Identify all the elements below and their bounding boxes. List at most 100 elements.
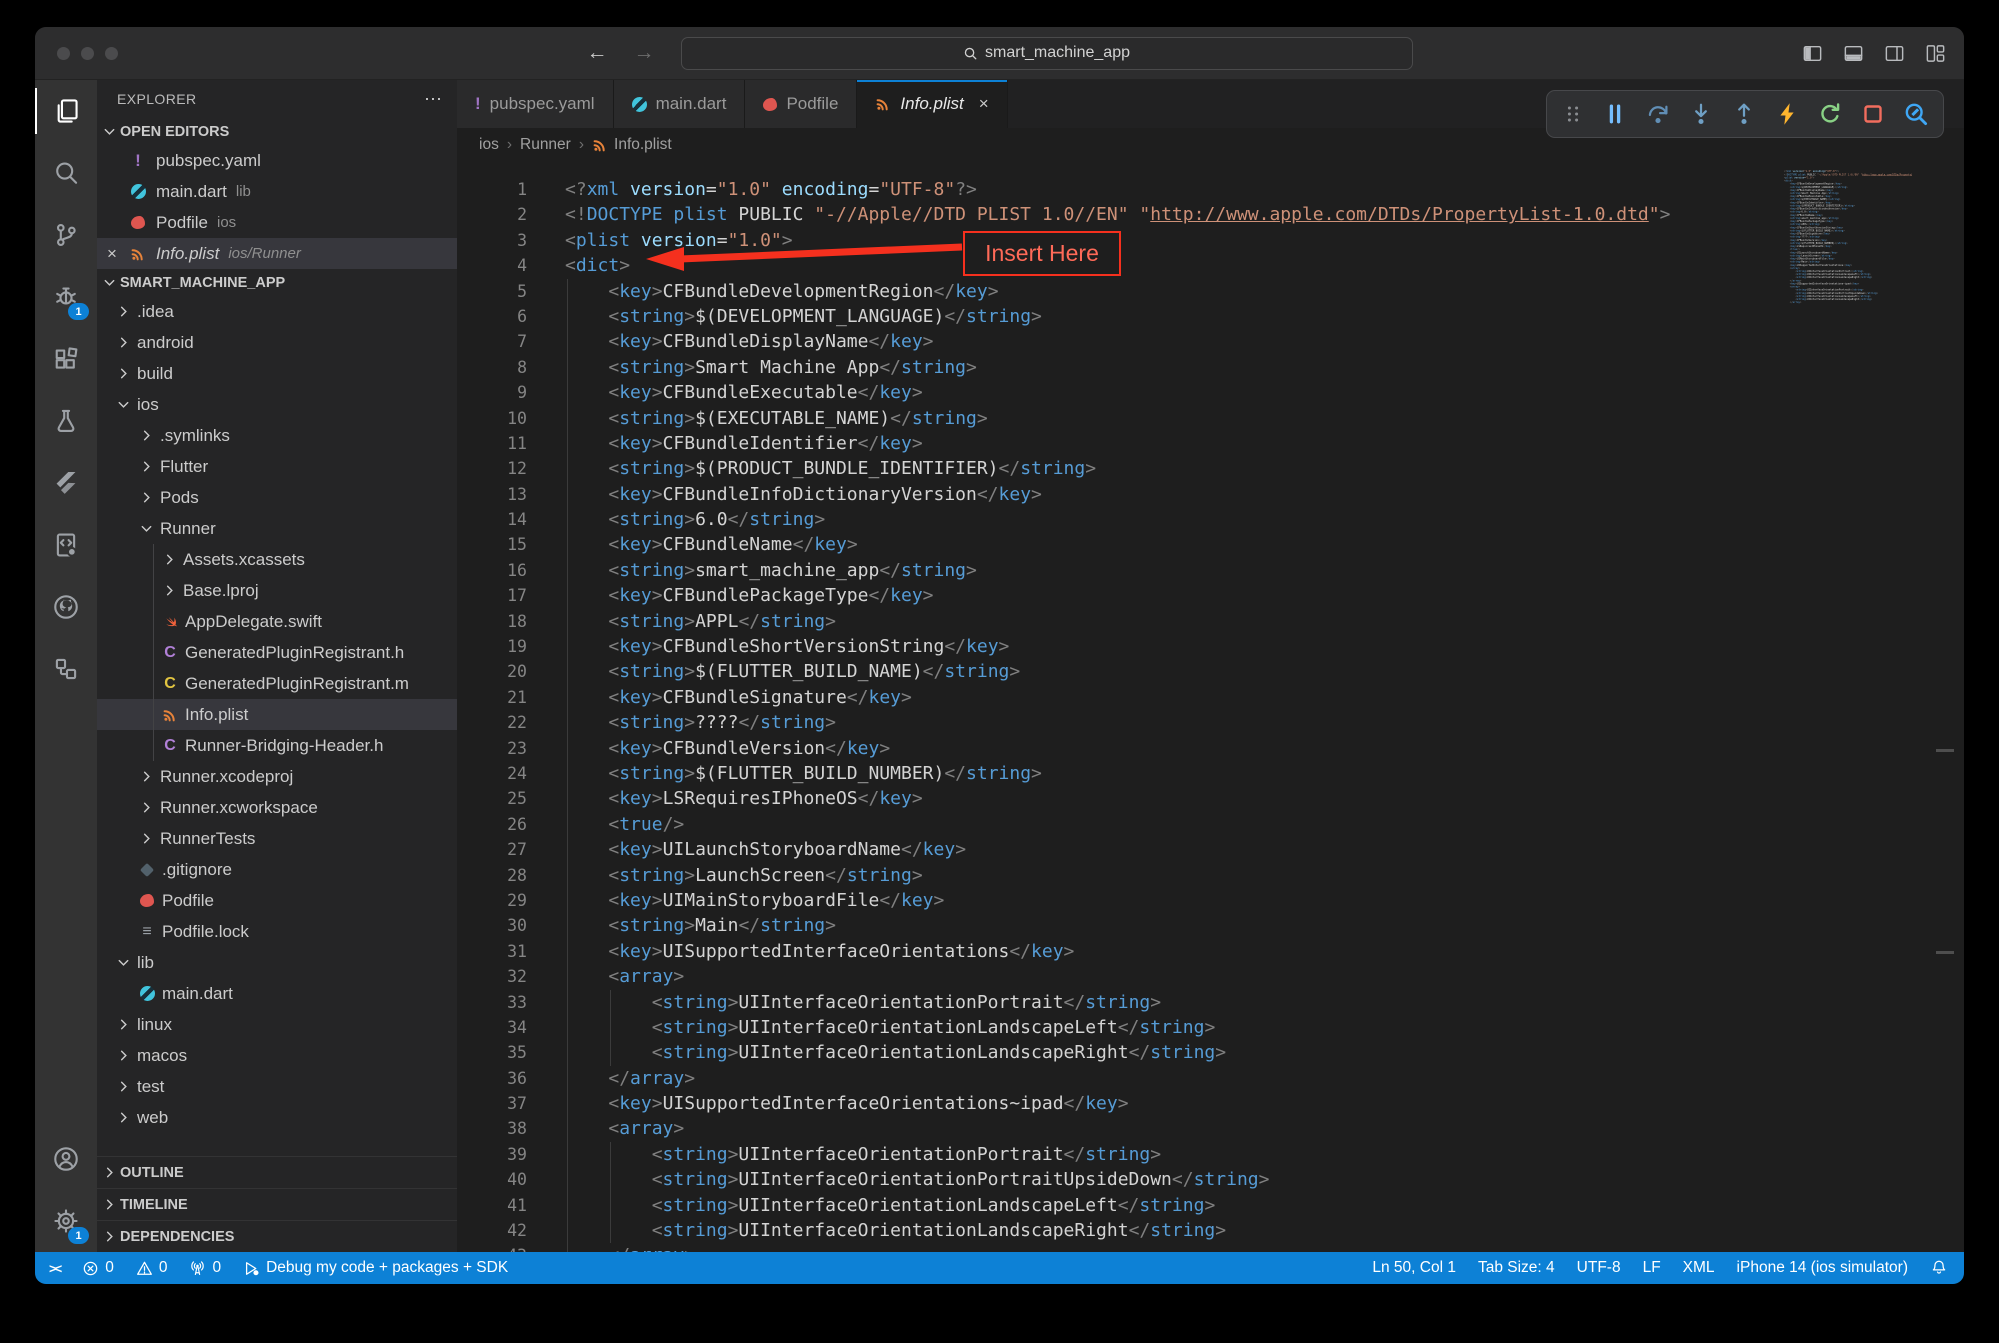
close-window-button[interactable] [57,47,70,60]
project-label: SMART_MACHINE_APP [120,275,285,291]
tree-item-.symlinks[interactable]: .symlinks [97,420,457,451]
step-out-icon[interactable] [1732,102,1756,126]
tree-item-Runner.xcworkspace[interactable]: Runner.xcworkspace [97,792,457,823]
activity-item-source-control[interactable] [35,204,97,266]
close-icon[interactable]: × [97,244,127,264]
status-item-ln-50-col-1[interactable]: Ln 50, Col 1 [1372,1252,1456,1284]
tree-item-GeneratedPluginRegistrant.h[interactable]: CGeneratedPluginRegistrant.h [97,637,457,668]
tree-item-Runner.xcodeproj[interactable]: Runner.xcodeproj [97,761,457,792]
hot-reload-icon[interactable] [1775,102,1799,126]
status-item-debug-my-code-packages-sdk[interactable]: Debug my code + packages + SDK [243,1252,508,1284]
pause-icon[interactable] [1603,102,1627,126]
tree-item-Podfile[interactable]: Podfile [97,885,457,916]
tree-item-Podfile.lock[interactable]: ≡Podfile.lock [97,916,457,947]
tree-item-lib[interactable]: lib [97,947,457,978]
tree-item-.idea[interactable]: .idea [97,296,457,327]
navigate-back-icon[interactable]: ← [587,41,608,65]
tree-item-build[interactable]: build [97,358,457,389]
code-editor[interactable]: 1<?xml version="1.0" encoding="UTF-8"?>2… [457,162,1964,1252]
status-item-utf-8[interactable]: UTF-8 [1577,1252,1621,1284]
tree-item-Info.plist[interactable]: Info.plist [97,699,457,730]
navigate-forward-icon[interactable]: → [634,41,655,65]
line-number: 38 [457,1116,527,1141]
tree-item-label: RunnerTests [160,829,255,849]
toggle-secondary-sidebar-icon[interactable] [1884,43,1905,64]
status-item-0[interactable]: 0 [136,1252,168,1284]
tree-item-Flutter[interactable]: Flutter [97,451,457,482]
activity-item-search[interactable] [35,142,97,204]
tree-item-AppDelegate.swift[interactable]: AppDelegate.swift [97,606,457,637]
step-over-icon[interactable] [1646,102,1670,126]
tree-item-.gitignore[interactable]: .gitignore [97,854,457,885]
more-actions-icon[interactable]: ⋯ [424,89,443,110]
open-editor-Podfile[interactable]: Podfileios [97,207,457,238]
open-editor-main.dart[interactable]: main.dartlib [97,176,457,207]
close-icon[interactable]: × [979,94,989,114]
tree-item-Runner[interactable]: Runner [97,513,457,544]
activity-item-testing[interactable] [35,390,97,452]
status-item-lf[interactable]: LF [1643,1252,1661,1284]
tree-item-RunnerTests[interactable]: RunnerTests [97,823,457,854]
toggle-primary-sidebar-icon[interactable] [1802,43,1823,64]
breadcrumb-item-Info.plist[interactable]: Info.plist [592,136,672,154]
customize-layout-icon[interactable] [1925,43,1946,64]
widget-inspector-icon[interactable] [1904,102,1928,126]
status-item-bell[interactable] [1930,1252,1948,1284]
tree-item-Pods[interactable]: Pods [97,482,457,513]
tree-item-test[interactable]: test [97,1071,457,1102]
status-item-tab-size-4[interactable]: Tab Size: 4 [1478,1252,1555,1284]
tree-item-linux[interactable]: linux [97,1009,457,1040]
status-item-0[interactable]: 0 [189,1252,221,1284]
command-center-search[interactable]: smart_machine_app [681,37,1413,70]
minimize-window-button[interactable] [81,47,94,60]
tree-item-android[interactable]: android [97,327,457,358]
plist-file-icon [127,246,149,262]
code-line: 41 <string>UIInterfaceOrientationLandsca… [457,1193,1964,1218]
tree-item-ios[interactable]: ios [97,389,457,420]
tab-Podfile[interactable]: Podfile [745,80,857,128]
status-item-remote[interactable]: >< [49,1252,60,1284]
tree-item-Runner-Bridging-Header.h[interactable]: CRunner-Bridging-Header.h [97,730,457,761]
activity-item-flutter[interactable] [35,452,97,514]
tab-Info.plist[interactable]: Info.plist× [857,80,1007,128]
activity-item-github[interactable] [35,576,97,638]
project-section-header[interactable]: SMART_MACHINE_APP [97,269,457,296]
breadcrumb-label: Runner [520,136,571,154]
activity-item-devtools-page[interactable] [35,514,97,576]
status-item-xml[interactable]: XML [1683,1252,1715,1284]
status-item-0[interactable]: 0 [82,1252,114,1284]
status-item-iphone-14-ios-simulator-[interactable]: iPhone 14 (ios simulator) [1737,1252,1908,1284]
open-editor-Info.plist[interactable]: ×Info.plistios/Runner [97,238,457,269]
minimap[interactable]: <?xml version="1.0" encoding="UTF-8"?><!… [1784,170,1912,730]
activity-item-accounts[interactable] [35,1128,97,1190]
tree-item-GeneratedPluginRegistrant.m[interactable]: CGeneratedPluginRegistrant.m [97,668,457,699]
restart-icon[interactable] [1818,102,1842,126]
tab-pubspec.yaml[interactable]: !pubspec.yaml [457,80,614,128]
breadcrumb-item-ios[interactable]: ios [479,136,499,154]
tree-item-Assets.xcassets[interactable]: Assets.xcassets [97,544,457,575]
breadcrumb-item-Runner[interactable]: Runner [520,136,571,154]
dependencies-section-header[interactable]: DEPENDENCIES [97,1220,457,1252]
tree-item-main.dart[interactable]: main.dart [97,978,457,1009]
outline-section-header[interactable]: OUTLINE [97,1156,457,1188]
activity-item-explorer[interactable] [35,80,97,142]
open-editor-pubspec.yaml[interactable]: !pubspec.yaml [97,145,457,176]
activity-item-settings[interactable]: 1 [35,1190,97,1252]
tree-item-web[interactable]: web [97,1102,457,1133]
tree-item-macos[interactable]: macos [97,1040,457,1071]
timeline-section-header[interactable]: TIMELINE [97,1188,457,1220]
file-tree: .ideaandroidbuildios.symlinksFlutterPods… [97,296,457,1133]
vertical-scrollbar[interactable] [1928,162,1958,1252]
indent-guide [567,1218,568,1243]
zoom-window-button[interactable] [105,47,118,60]
chevron-down-icon [101,275,117,291]
activity-item-run-debug[interactable]: 1 [35,266,97,328]
tab-main.dart[interactable]: main.dart [614,80,746,128]
open-editors-header[interactable]: OPEN EDITORS [97,118,457,145]
activity-item-references[interactable] [35,638,97,700]
tree-item-Base.lproj[interactable]: Base.lproj [97,575,457,606]
activity-item-extensions[interactable] [35,328,97,390]
step-into-icon[interactable] [1689,102,1713,126]
toggle-panel-icon[interactable] [1843,43,1864,64]
stop-icon[interactable] [1861,102,1885,126]
